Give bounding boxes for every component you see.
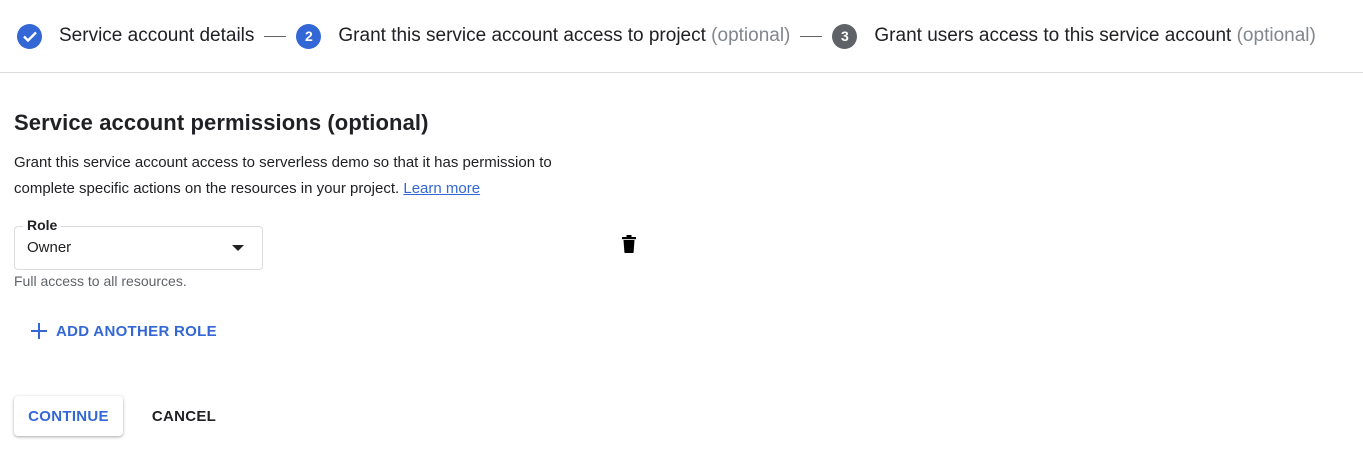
step-number-badge: 3 [832,23,858,49]
step-label: Grant this service account access to pro… [338,25,790,47]
step-optional-text: (optional) [711,25,791,46]
role-hint: Full access to all resources. [14,273,187,289]
role-select[interactable]: Role Owner [14,217,263,270]
step-grant-project-access[interactable]: 2 Grant this service account access to p… [296,23,790,49]
role-select-wrapper: Role Owner [14,217,263,270]
step-service-account-details[interactable]: Service account details [17,23,255,49]
learn-more-link[interactable]: Learn more [403,180,480,197]
dropdown-arrow-icon [232,245,244,251]
step-label-text: Grant users access to this service accou… [874,25,1232,46]
step-number-badge: 2 [296,23,322,49]
role-field-label: Role [23,217,62,233]
step-divider [264,35,287,37]
trash-icon[interactable] [621,235,637,253]
add-another-role-label: ADD ANOTHER ROLE [56,322,217,340]
section-description: Grant this service account access to ser… [14,150,614,202]
step-label-text: Grant this service account access to pro… [338,25,706,46]
checkmark-icon [17,23,42,49]
plus-icon [30,322,48,340]
step-label: Service account details [59,25,255,46]
section-heading: Service account permissions (optional) [14,110,429,135]
role-selected-value: Owner [27,239,72,256]
cancel-button[interactable]: CANCEL [140,396,228,436]
step-grant-users-access[interactable]: 3 Grant users access to this service acc… [832,23,1316,49]
step-label: Grant users access to this service accou… [874,25,1315,47]
permissions-section: Service account permissions (optional) G… [14,110,654,202]
stepper: Service account details 2 Grant this ser… [0,0,1363,73]
add-another-role-button[interactable]: ADD ANOTHER ROLE [30,319,217,343]
step-optional-text: (optional) [1236,25,1316,46]
step-divider [800,35,823,37]
continue-button[interactable]: CONTINUE [14,396,123,436]
